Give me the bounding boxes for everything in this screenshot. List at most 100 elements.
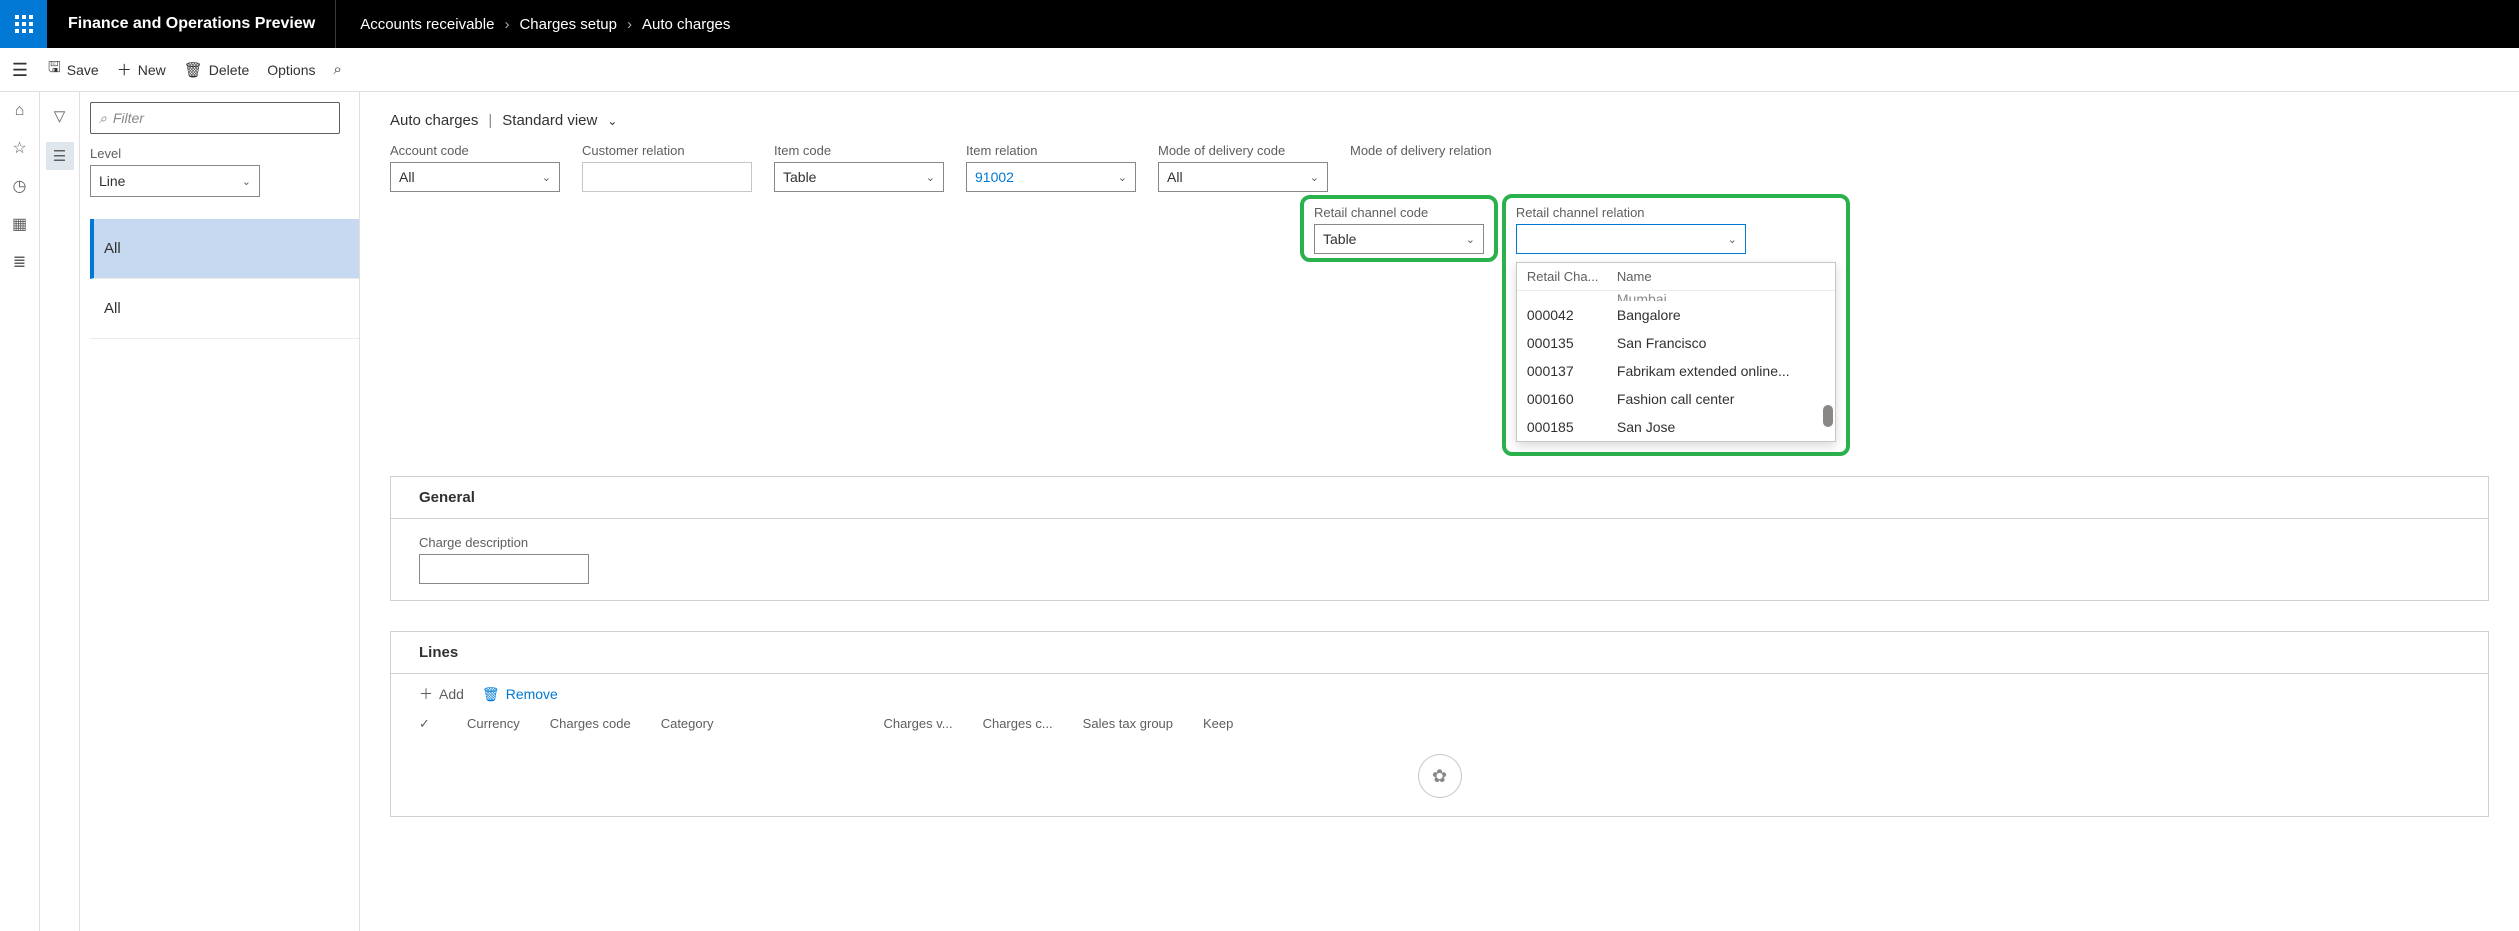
new-button[interactable]: ＋ New bbox=[117, 59, 166, 80]
retail-channel-code-select[interactable]: Table ⌄ bbox=[1314, 224, 1484, 254]
trash-icon: 🗑 bbox=[482, 686, 500, 703]
retail-channel-code-label: Retail channel code bbox=[1314, 205, 1484, 220]
remove-label: Remove bbox=[506, 686, 558, 702]
delete-button[interactable]: 🗑 Delete bbox=[184, 61, 250, 79]
customer-relation-input[interactable] bbox=[582, 162, 752, 192]
mode-delivery-code-label: Mode of delivery code bbox=[1158, 143, 1328, 158]
dropdown-row-code: 000135 bbox=[1527, 335, 1617, 351]
level-label: Level bbox=[90, 146, 359, 161]
add-line-button[interactable]: ＋ Add bbox=[419, 684, 464, 704]
chevron-down-icon: ⌄ bbox=[1728, 233, 1737, 246]
chevron-right-icon: › bbox=[627, 16, 632, 33]
filter-placeholder: Filter bbox=[113, 110, 144, 126]
save-label: Save bbox=[67, 62, 99, 78]
scrollbar-thumb[interactable] bbox=[1823, 405, 1833, 427]
col-charges-currency[interactable]: Charges c... bbox=[983, 716, 1053, 732]
breadcrumb: Accounts receivable › Charges setup › Au… bbox=[336, 16, 754, 33]
list-filter-icon[interactable]: ☰ bbox=[46, 142, 74, 170]
search-icon[interactable]: ⌕ bbox=[334, 61, 342, 78]
dropdown-row[interactable]: 000160 Fashion call center bbox=[1517, 385, 1835, 413]
general-section: General Charge description bbox=[390, 476, 2489, 601]
recent-icon[interactable]: ◷ bbox=[13, 176, 27, 196]
modules-icon[interactable]: ≣ bbox=[13, 252, 26, 272]
chevron-down-icon: ⌄ bbox=[1118, 171, 1127, 184]
dropdown-row[interactable]: 000042 Bangalore bbox=[1517, 301, 1835, 329]
plus-icon: ＋ bbox=[117, 59, 132, 80]
title-separator: | bbox=[488, 112, 492, 129]
app-launcher-icon bbox=[15, 15, 33, 33]
dropdown-row[interactable]: 000135 San Francisco bbox=[1517, 329, 1835, 357]
dropdown-row-name: Fashion call center bbox=[1617, 391, 1735, 407]
app-launcher-button[interactable] bbox=[0, 0, 48, 48]
chevron-down-icon: ⌄ bbox=[242, 175, 251, 188]
dropdown-row-name: Mumbai bbox=[1617, 291, 1667, 301]
retail-channel-relation-select[interactable]: ⌄ bbox=[1516, 224, 1746, 254]
home-icon[interactable]: ⌂ bbox=[15, 102, 25, 120]
list-item[interactable]: All bbox=[90, 219, 359, 279]
dropdown-row-code: 000160 bbox=[1527, 391, 1617, 407]
col-charges-code[interactable]: Charges code bbox=[550, 716, 631, 732]
empty-state-icon: ✿ bbox=[1418, 754, 1462, 798]
dropdown-body[interactable]: Mumbai 000042 Bangalore 000135 San Franc… bbox=[1517, 291, 1835, 441]
dropdown-row[interactable]: 000137 Fabrikam extended online... bbox=[1517, 357, 1835, 385]
favorite-icon[interactable]: ☆ bbox=[12, 138, 26, 158]
general-section-title[interactable]: General bbox=[391, 477, 2488, 519]
col-sales-tax-group[interactable]: Sales tax group bbox=[1083, 716, 1173, 732]
item-code-value: Table bbox=[783, 169, 816, 185]
chevron-down-icon: ⌄ bbox=[1466, 233, 1475, 246]
empty-state: ✿ bbox=[391, 740, 2488, 816]
content-pane: Auto charges | Standard view ⌄ Account c… bbox=[360, 92, 2519, 931]
col-currency[interactable]: Currency bbox=[467, 716, 520, 732]
filter-input[interactable]: ⌕ Filter bbox=[90, 102, 340, 134]
list-item[interactable]: All bbox=[90, 279, 359, 339]
dropdown-row-name: San Jose bbox=[1617, 419, 1675, 435]
dropdown-row[interactable]: 000185 San Jose bbox=[1517, 413, 1835, 441]
list-item-label: All bbox=[104, 300, 121, 317]
item-code-label: Item code bbox=[774, 143, 944, 158]
funnel-icon[interactable]: ▽ bbox=[46, 102, 74, 130]
charge-description-label: Charge description bbox=[419, 535, 2460, 550]
save-icon: 🖫 bbox=[48, 57, 61, 82]
left-nav-rail: ⌂ ☆ ◷ ▦ ≣ bbox=[0, 92, 40, 931]
chevron-down-icon[interactable]: ⌄ bbox=[607, 114, 617, 128]
remove-line-button[interactable]: 🗑 Remove bbox=[482, 686, 558, 703]
dropdown-row-name: Fabrikam extended online... bbox=[1617, 363, 1790, 379]
breadcrumb-item[interactable]: Accounts receivable bbox=[360, 16, 494, 33]
dropdown-row-name: San Francisco bbox=[1617, 335, 1706, 351]
save-button[interactable]: 🖫 Save bbox=[48, 57, 99, 82]
list-item-label: All bbox=[104, 240, 121, 257]
breadcrumb-item[interactable]: Charges setup bbox=[519, 16, 617, 33]
item-code-select[interactable]: Table ⌄ bbox=[774, 162, 944, 192]
chevron-down-icon: ⌄ bbox=[926, 171, 935, 184]
charge-description-input[interactable] bbox=[419, 554, 589, 584]
account-code-select[interactable]: All ⌄ bbox=[390, 162, 560, 192]
mode-delivery-code-value: All bbox=[1167, 169, 1183, 185]
col-category[interactable]: Category bbox=[661, 716, 714, 732]
account-code-label: Account code bbox=[390, 143, 560, 158]
item-relation-label: Item relation bbox=[966, 143, 1136, 158]
col-keep[interactable]: Keep bbox=[1203, 716, 1233, 732]
mode-delivery-code-select[interactable]: All ⌄ bbox=[1158, 162, 1328, 192]
dropdown-row[interactable]: Mumbai bbox=[1517, 291, 1835, 301]
add-label: Add bbox=[439, 686, 464, 702]
page-title: Auto charges bbox=[390, 112, 478, 129]
item-relation-select[interactable]: 91002 ⌄ bbox=[966, 162, 1136, 192]
workspace-icon[interactable]: ▦ bbox=[12, 214, 27, 234]
nav-menu-button[interactable]: ☰ bbox=[0, 48, 40, 92]
dropdown-row-name: Bangalore bbox=[1617, 307, 1681, 323]
level-select[interactable]: Line ⌄ bbox=[90, 165, 260, 197]
mode-delivery-relation-input bbox=[1350, 162, 1520, 192]
view-name[interactable]: Standard view bbox=[502, 112, 597, 129]
lines-section-title[interactable]: Lines bbox=[391, 632, 2488, 674]
options-button[interactable]: Options bbox=[267, 62, 315, 78]
dropdown-row-code: 000137 bbox=[1527, 363, 1617, 379]
checkmark-icon[interactable]: ✓ bbox=[419, 716, 437, 732]
new-label: New bbox=[138, 62, 166, 78]
dropdown-header-name: Name bbox=[1617, 269, 1652, 284]
chevron-right-icon: › bbox=[504, 16, 509, 33]
highlight-retail-relation: Retail channel relation ⌄ Retail Cha... … bbox=[1502, 194, 1850, 456]
col-charges-value[interactable]: Charges v... bbox=[883, 716, 952, 732]
dropdown-row-code: 000042 bbox=[1527, 307, 1617, 323]
breadcrumb-item[interactable]: Auto charges bbox=[642, 16, 730, 33]
lines-section: Lines ＋ Add 🗑 Remove ✓ Currency Charges … bbox=[390, 631, 2489, 817]
